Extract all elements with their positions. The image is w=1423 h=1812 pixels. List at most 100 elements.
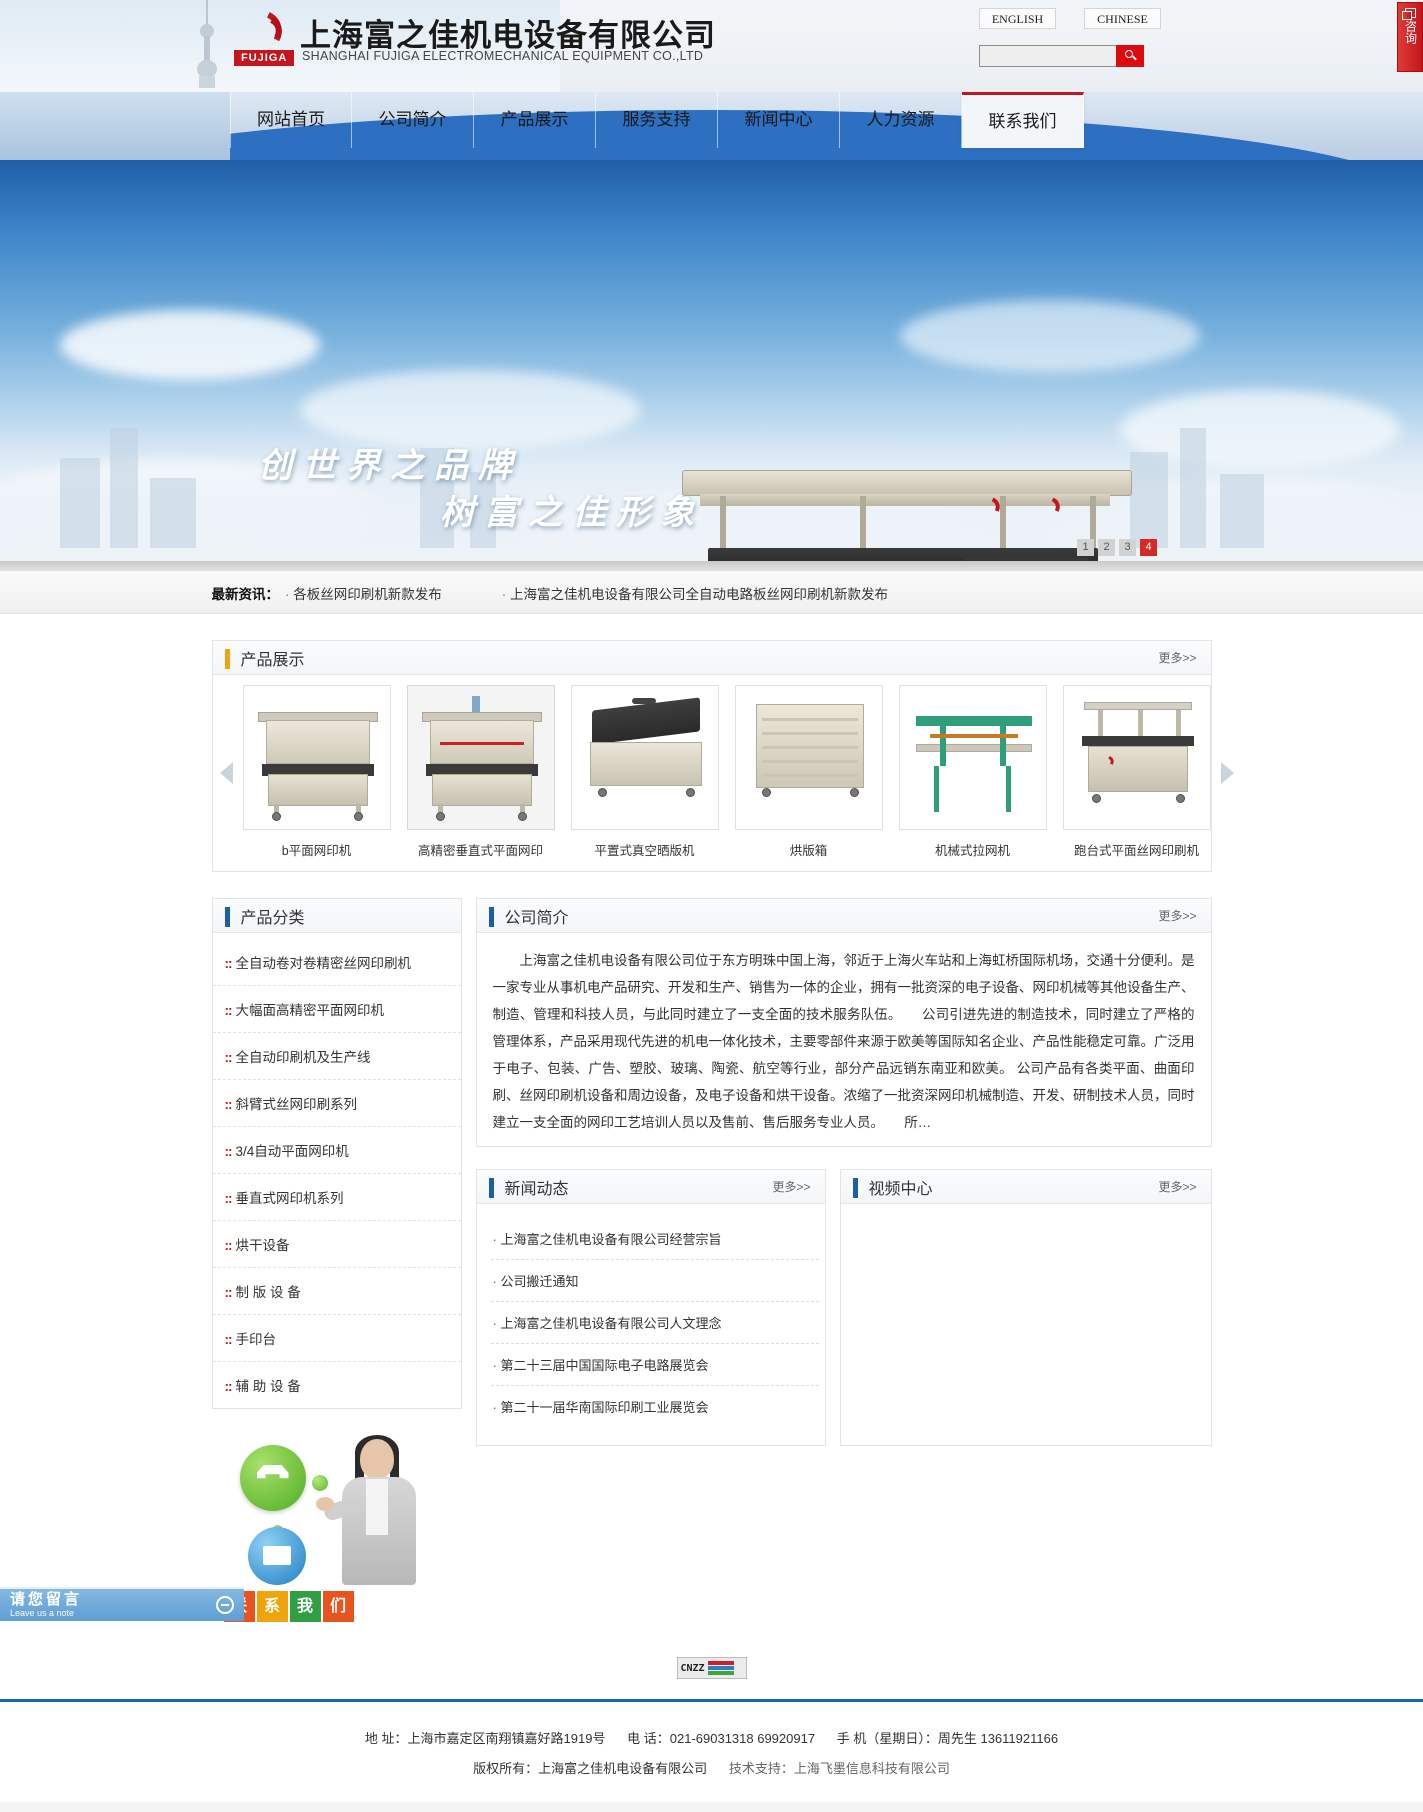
slide-dot-3[interactable]: 3 [1119,539,1136,556]
right-column: 公司简介 更多>> 上海富之佳机电设备有限公司位于东方明珠中国上海，邻近于上海火… [476,898,1212,1446]
product-card[interactable]: b平面网印机 [243,685,391,859]
bullet-icon: :: [225,1285,232,1300]
news-ticker-bar: 最新资讯： 各板丝网印刷机新款发布 上海富之佳机电设备有限公司全自动电路板丝网印… [0,570,1423,614]
category-item[interactable]: ::制 版 设 备 [213,1268,461,1315]
product-card[interactable]: 机械式拉网机 [899,685,1047,859]
contact-tile: 们 [323,1591,354,1622]
phone-icon [240,1445,306,1511]
lang-chinese-button[interactable]: CHINESE [1084,8,1161,29]
carousel-next-arrow-icon[interactable] [1215,750,1237,794]
news-item[interactable]: 上海富之佳机电设备有限公司经营宗旨 [491,1218,819,1260]
contact-promo-banner[interactable]: 联 系 我 们 [212,1435,462,1635]
category-panel-title: 产品分类 [213,904,305,928]
bullet-icon: :: [225,1144,232,1159]
carousel-prev-arrow-icon[interactable] [217,750,239,794]
video-panel: 视频中心 更多>> [840,1169,1212,1446]
news-item[interactable]: 上海富之佳机电设备有限公司人文理念 [491,1302,819,1344]
category-list: ::全自动卷对卷精密丝网印刷机 ::大幅面高精密平面网印机 ::全自动印刷机及生… [213,933,461,1408]
leave-note-title-en: Leave us a note [10,1608,82,1619]
news-ticker-content: 最新资讯： 各板丝网印刷机新款发布 上海富之佳机电设备有限公司全自动电路板丝网印… [212,571,1212,615]
category-item-label: 垂直式网印机系列 [236,1191,344,1206]
bullet-icon: :: [225,1379,232,1394]
search-box [979,45,1144,67]
footer-phone: 021-69031318 69920917 [670,1731,815,1746]
category-item[interactable]: ::手印台 [213,1315,461,1362]
slide-dot-2[interactable]: 2 [1098,539,1115,556]
about-panel-title: 公司简介 [477,904,569,928]
product-showcase-panel: 产品展示 更多>> b平面网印机 [212,640,1212,872]
nav-item-products[interactable]: 产品展示 [474,92,596,148]
search-button[interactable] [1116,45,1144,67]
footer-support[interactable]: 上海飞墨信息科技有限公司 [794,1761,950,1776]
product-showcase-more-link[interactable]: 更多>> [1158,649,1196,666]
nav-item-service[interactable]: 服务支持 [596,92,718,148]
video-body [841,1204,1211,1394]
nav-item-contact[interactable]: 联系我们 [962,92,1084,148]
footer-mobile-label: 手 机（星期日）： [837,1731,938,1746]
customer-service-person-image [324,1439,434,1609]
news-panel-header: 新闻动态 更多>> [477,1170,825,1204]
cnzz-badge[interactable]: CNZZ [677,1657,747,1679]
footer-address: 上海市嘉定区南翔镇嘉好路1919号 [408,1731,606,1746]
about-panel-header: 公司简介 更多>> [477,899,1211,933]
product-card[interactable]: 高精密垂直式平面网印 [407,685,555,859]
video-more-link[interactable]: 更多>> [1158,1178,1196,1195]
category-item[interactable]: ::斜臂式丝网印刷系列 [213,1080,461,1127]
category-item-label: 制 版 设 备 [236,1285,301,1300]
lower-panels: 新闻动态 更多>> 上海富之佳机电设备有限公司经营宗旨 公司搬迁通知 上海富之佳… [476,1169,1212,1446]
bullet-icon: :: [225,956,232,971]
site-footer: 地 址：上海市嘉定区南翔镇嘉好路1919号 电 话：021-69031318 6… [0,1702,1423,1802]
bullet-icon: :: [225,1050,232,1065]
content-columns: 产品分类 ::全自动卷对卷精密丝网印刷机 ::大幅面高精密平面网印机 ::全自动… [212,898,1212,1635]
ticker-item[interactable]: 上海富之佳机电设备有限公司全自动电路板丝网印刷机新款发布 [502,583,888,603]
category-item-label: 辅 助 设 备 [236,1379,301,1394]
search-icon [1125,50,1133,58]
news-list: 上海富之佳机电设备有限公司经营宗旨 公司搬迁通知 上海富之佳机电设备有限公司人文… [477,1204,825,1445]
minimize-icon[interactable] [216,1596,234,1614]
footer-copyright-label: 版权所有： [473,1761,538,1776]
oriental-pearl-tower-icon [196,0,218,92]
bullet-icon: :: [225,1191,232,1206]
product-thumbnail [243,685,391,830]
news-more-link[interactable]: 更多>> [772,1178,810,1195]
stats-counter-area: CNZZ [212,1657,1212,1679]
language-switcher: ENGLISH CHINESE [979,8,1161,29]
search-input[interactable] [979,45,1116,67]
category-item[interactable]: ::全自动卷对卷精密丝网印刷机 [213,939,461,986]
bullet-icon: :: [225,1097,232,1112]
news-item[interactable]: 第二十三届中国国际电子电路展览会 [491,1344,819,1386]
product-card[interactable]: 烘版箱 [735,685,883,859]
category-item-label: 大幅面高精密平面网印机 [236,1003,385,1018]
news-item[interactable]: 第二十一届华南国际印刷工业展览会 [491,1386,819,1427]
consult-side-tab[interactable]: 咨询 [1397,2,1423,72]
news-item[interactable]: 公司搬迁通知 [491,1260,819,1302]
news-panel: 新闻动态 更多>> 上海富之佳机电设备有限公司经营宗旨 公司搬迁通知 上海富之佳… [476,1169,826,1446]
nav-item-hr[interactable]: 人力资源 [840,92,962,148]
slide-dot-4[interactable]: 4 [1140,539,1157,556]
category-item-label: 全自动卷对卷精密丝网印刷机 [236,956,412,971]
product-caption: b平面网印机 [243,840,391,859]
category-item[interactable]: ::3/4自动平面网印机 [213,1127,461,1174]
footer-mobile: 周先生 13611921166 [938,1731,1058,1746]
lang-english-button[interactable]: ENGLISH [979,8,1056,29]
ticker-item[interactable]: 各板丝网印刷机新款发布 [285,583,442,603]
category-item[interactable]: ::大幅面高精密平面网印机 [213,986,461,1033]
category-item-label: 手印台 [236,1332,277,1347]
category-item[interactable]: ::全自动印刷机及生产线 [213,1033,461,1080]
slide-dot-1[interactable]: 1 [1077,539,1094,556]
nav-item-news[interactable]: 新闻中心 [718,92,840,148]
nav-item-about[interactable]: 公司简介 [352,92,474,148]
category-item[interactable]: ::烘干设备 [213,1221,461,1268]
category-item[interactable]: ::垂直式网印机系列 [213,1174,461,1221]
category-item[interactable]: ::辅 助 设 备 [213,1362,461,1408]
product-thumbnail [571,685,719,830]
product-thumbnail [407,685,555,830]
about-more-link[interactable]: 更多>> [1158,907,1196,924]
product-card[interactable]: 平置式真空晒版机 [571,685,719,859]
company-name-en: SHANGHAI FUJIGA ELECTROMECHANICAL EQUIPM… [302,49,703,63]
leave-note-widget[interactable]: 请您留言 Leave us a note [0,1587,244,1621]
footer-address-label: 地 址： [365,1731,408,1746]
nav-item-home[interactable]: 网站首页 [230,92,352,148]
product-card[interactable]: 跑台式平面丝网印刷机 [1063,685,1211,859]
category-panel: 产品分类 ::全自动卷对卷精密丝网印刷机 ::大幅面高精密平面网印机 ::全自动… [212,898,462,1409]
